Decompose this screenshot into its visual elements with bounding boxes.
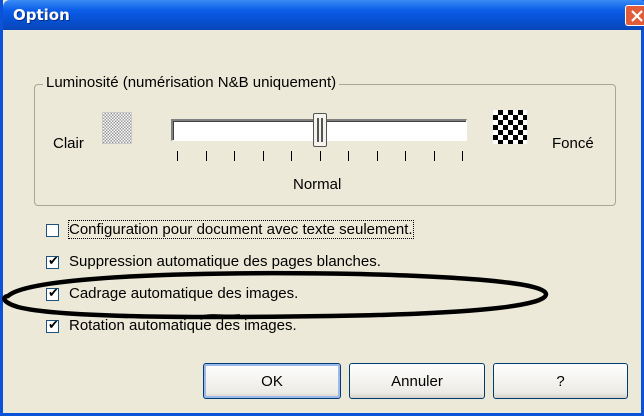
annotation-ellipse <box>2 270 549 320</box>
